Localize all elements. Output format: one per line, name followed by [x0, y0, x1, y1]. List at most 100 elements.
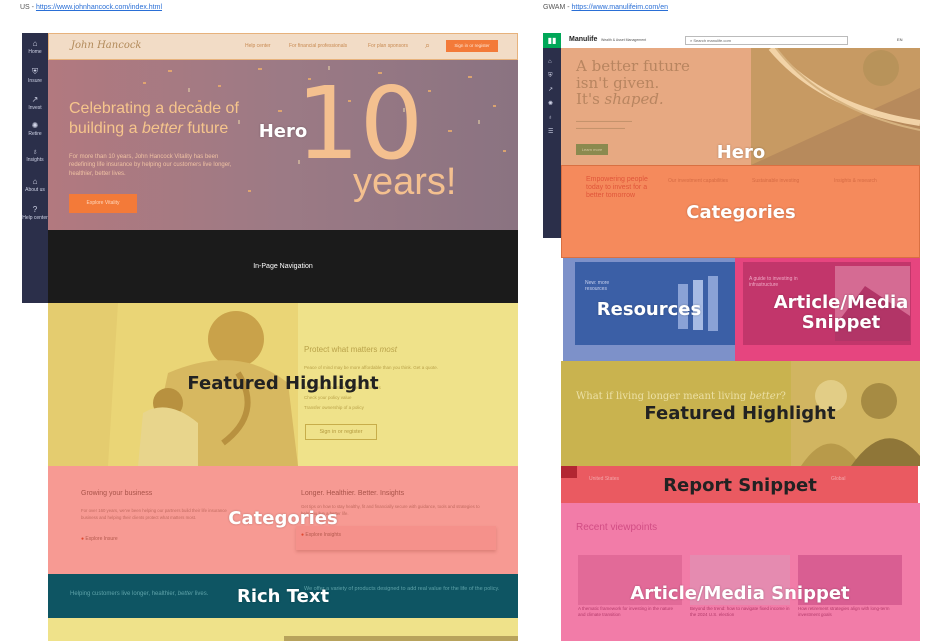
left-sidebar: ⌂ Home ⛨ Insure ↗ Invest ✺ Retire ♁ Insights ⌂ Abou… — [22, 33, 48, 303]
featured-line-transfer: Transfer ownership of a policy — [304, 404, 364, 410]
search-icon: ⌕ — [690, 38, 693, 43]
overlay-label-featured-left: Featured Highlight — [187, 373, 379, 395]
featured-title: Protect what matters most — [304, 345, 397, 354]
sidebar-item-invest[interactable]: ↗ Invest — [22, 95, 48, 111]
right-article-snippet-top: A guide to investing in infrastructure A… — [735, 258, 920, 361]
explore-vitality-button[interactable]: Explore Vitality — [69, 194, 137, 213]
right-hero-title-line2: isn't given. — [576, 73, 660, 92]
right-hero-title-line1: A better future — [576, 57, 690, 75]
right-hero-button[interactable]: Learn more — [576, 144, 608, 155]
left-caption: US - https://www.johnhancock.com/index.h… — [20, 4, 162, 11]
left-categories: Growing your business For over 160 years… — [48, 466, 518, 574]
right-categories-lead: Empowering people today to invest for a … — [586, 176, 648, 200]
building-icon: ⌂ — [32, 177, 38, 186]
right-resources: New: more resources Resources — [563, 258, 735, 361]
right-categories: Empowering people today to invest for a … — [561, 165, 920, 258]
overlay-label-featured-right: Featured Highlight — [644, 403, 836, 425]
sidebar-item-insure[interactable]: ⛨ Insure — [22, 67, 48, 84]
right-category-2[interactable]: Sustainable investing — [752, 178, 822, 184]
rich-text-left-em: better — [177, 591, 194, 597]
featured-sign-in-button[interactable]: Sign in or register — [305, 424, 377, 440]
sign-in-button[interactable]: Sign in or register — [446, 40, 498, 52]
right-hero: A better future isn't given. It's shaped… — [561, 48, 920, 165]
next-section-image — [284, 636, 518, 641]
right-url-link[interactable]: https://www.manulifeim.com/en — [572, 4, 668, 11]
right-header: Manulife Wealth & Asset Management ⌕ Sea… — [561, 33, 919, 48]
category-insights-link[interactable]: ● Explore Insights — [301, 532, 341, 538]
sidebar-item-home[interactable]: ⌂ Home — [22, 39, 48, 55]
overlay-label-categories-left: Categories — [228, 508, 338, 530]
language-select[interactable]: EN — [897, 37, 903, 42]
sidebar-item-about-us[interactable]: ⌂ About us — [22, 177, 48, 193]
right-report-snippet: United States Global Report Snippet — [561, 466, 918, 503]
sun-icon: ✺ — [31, 121, 39, 130]
overlay-label-hero-left: Hero — [258, 121, 308, 143]
viewpoint-item-1[interactable]: A thematic framework for investing in th… — [578, 606, 678, 619]
hero-big-number: 10 — [296, 65, 424, 182]
bulb-icon: ♁ — [32, 147, 38, 156]
manulife-brand-icon[interactable]: ▮▮ — [543, 33, 561, 48]
report-marker-left — [561, 466, 577, 478]
sidebar-item-label: Insights — [26, 157, 44, 163]
overlay-label-richtext-left: Rich Text — [236, 586, 330, 608]
nav-help-center[interactable]: Help center — [245, 43, 271, 49]
right-category-3[interactable]: Insights & research — [834, 178, 904, 184]
manulife-logo-sub: Wealth & Asset Management — [601, 38, 647, 42]
right-article-snippet-bottom: Recent viewpoints A thematic framework f… — [561, 503, 920, 641]
search-icon[interactable]: ⌕ — [425, 40, 430, 51]
category-growing-title: Growing your business — [81, 490, 153, 497]
right-sidebar-icons[interactable]: ⌂ ⛨ ↗ ✺ ♁ ☰ — [548, 55, 553, 139]
rich-text-right: We offer a variety of products designed … — [304, 586, 500, 592]
right-sidebar: ▮▮ ⌂ ⛨ ↗ ✺ ♁ ☰ — [543, 33, 561, 238]
category-insights-card — [296, 526, 496, 550]
sidebar-item-retire[interactable]: ✺ Retire — [22, 121, 48, 137]
nav-financial-professionals[interactable]: For financial professionals — [289, 43, 347, 49]
sidebar-item-label: Help center — [22, 215, 48, 221]
right-featured-highlight: What if living longer meant living bette… — [561, 361, 920, 466]
rich-text-left-a: Helping customers live longer, healthier… — [70, 591, 178, 597]
left-url-link[interactable]: https://www.johnhancock.com/index.html — [36, 4, 162, 11]
hero-title-end: future — [182, 120, 229, 137]
sidebar-item-help-center[interactable]: ? Help center — [22, 205, 48, 221]
overlay-label-report: Report Snippet — [663, 475, 817, 497]
sidebar-item-label: About us — [25, 187, 45, 193]
nav-plan-sponsors[interactable]: For plan sponsors — [368, 43, 408, 49]
category-growing-link-label: Explore Insure — [85, 536, 118, 542]
home-icon: ⌂ — [32, 39, 38, 48]
left-featured-highlight: Protect what matters most Peace of mind … — [48, 303, 518, 466]
sidebar-item-label: Retire — [28, 131, 42, 137]
report-left-label[interactable]: United States — [589, 476, 619, 482]
report-right-label[interactable]: Global — [831, 476, 845, 482]
right-featured-title-end: ? — [780, 391, 786, 402]
hero-title: Celebrating a decade of building a bette… — [69, 99, 269, 139]
viewpoint-item-3[interactable]: How retirement strategies align with lon… — [798, 606, 898, 619]
right-featured-title-em: better — [749, 391, 781, 402]
sidebar-item-label: Home — [28, 49, 42, 55]
arrow-circle-icon: ● — [81, 536, 85, 542]
in-page-navigation: In-Page Navigation — [48, 230, 518, 303]
overlay-article-top-line2: Snippet — [801, 312, 881, 333]
sidebar-item-insights[interactable]: ♁ Insights — [22, 147, 48, 163]
overlay-label-categories-right: Categories — [686, 202, 796, 224]
left-caption-label: US - — [20, 4, 36, 11]
manulife-logo[interactable]: Manulife — [569, 36, 597, 43]
right-search-input[interactable]: ⌕ Search manulife.com — [685, 36, 848, 45]
right-hero-title-line3: It's — [576, 90, 605, 108]
left-next-section — [48, 618, 518, 641]
jh-logo[interactable]: John Hancock — [71, 40, 142, 51]
right-search-placeholder: Search manulife.com — [693, 38, 731, 43]
left-header: John Hancock Help center For financial p… — [48, 33, 518, 60]
resources-text: New: more resources — [585, 280, 610, 292]
left-hero: Celebrating a decade of building a bette… — [48, 60, 518, 230]
right-hero-title: A better future isn't given. It's shaped… — [576, 58, 690, 108]
overlay-label-article-top: Article/Media Snippet — [774, 293, 909, 333]
rich-text-left: Helping customers live longer, healthier… — [70, 591, 208, 597]
viewpoint-item-2[interactable]: Beyond the trend: how to navigate fixed … — [690, 606, 790, 619]
category-insights-title: Longer. Healthier. Better. Insights — [301, 490, 405, 497]
right-category-1[interactable]: Our investment capabilities — [668, 178, 738, 184]
category-growing-body: For over 160 years, we've been helping o… — [81, 508, 227, 520]
right-hero-body: ▬▬▬▬▬▬▬▬▬▬▬▬▬▬▬▬ ▬▬▬▬▬▬▬▬▬▬▬▬▬▬ — [576, 119, 632, 130]
hero-title-em: better — [141, 120, 183, 137]
overlay-label-article-bottom: Article/Media Snippet — [630, 583, 850, 605]
category-growing-link[interactable]: ● Explore Insure — [81, 536, 118, 542]
